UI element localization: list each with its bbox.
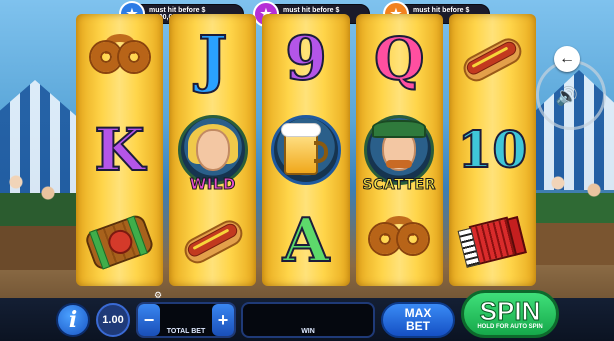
scatter-label: SCATTER [362, 177, 436, 194]
settings-icon[interactable]: ⚙ [154, 290, 164, 300]
symbol-10: 10 [457, 120, 529, 179]
crowd-left [0, 160, 80, 270]
total-bet-label: TOTAL BET [166, 328, 206, 335]
max-bet-label-line2: BET [406, 319, 430, 333]
pretzel-icon [90, 34, 149, 84]
reel-cell [262, 105, 349, 196]
reel-2: J WILD [169, 14, 257, 286]
hotdog-icon [456, 27, 530, 91]
wild-label: WILD [189, 175, 236, 194]
reel-cell: 9 [262, 14, 349, 105]
reel-cell [449, 14, 536, 105]
back-arrow-icon[interactable]: ← [554, 46, 580, 72]
reel-cell: SCATTER [356, 105, 443, 196]
reel-cell: A [262, 195, 349, 286]
max-bet-button[interactable]: MAX BET [381, 302, 455, 338]
bet-amount-value: 1.00 [102, 314, 124, 326]
win-label: WIN [301, 328, 315, 335]
reel-1: K [76, 14, 164, 286]
reel-cell [356, 195, 443, 286]
reel-cell [76, 195, 163, 286]
reel-5: 10 [448, 14, 537, 286]
symbol-9: 9 [284, 24, 328, 95]
crowd-right [534, 165, 614, 265]
auto-spin-hint: HOLD FOR AUTO SPIN [477, 324, 543, 330]
reel-cell [76, 14, 163, 105]
spin-label: SPIN [479, 296, 541, 326]
reel-cell: 10 [449, 105, 536, 196]
symbol-a: A [282, 205, 331, 276]
info-icon: i [68, 307, 78, 333]
accordion-icon [457, 210, 529, 272]
reel-4: Q SCATTER [355, 14, 443, 286]
decrease-bet-button[interactable]: − [138, 304, 160, 336]
reel-cell: WILD [169, 105, 256, 196]
reel-cell: J [169, 14, 256, 105]
plus-icon: + [217, 309, 229, 330]
increase-bet-button[interactable]: + [212, 304, 234, 336]
bet-amount-display[interactable]: 1.00 [96, 303, 130, 337]
reel-cell: Q [356, 14, 443, 105]
reel-cell: K [76, 105, 163, 196]
reel-cell [449, 195, 536, 286]
reel-grid: K J WILD 9 A Q SCATTER 10 [76, 14, 537, 286]
hotdog-icon [176, 208, 250, 272]
info-button[interactable]: i [56, 303, 90, 337]
pretzel-icon [370, 215, 429, 266]
speaker-icon[interactable]: 🔊 [554, 83, 580, 109]
symbol-j: J [197, 22, 228, 96]
minus-icon: − [143, 309, 155, 330]
beer-mug-icon [271, 115, 341, 185]
scatter-man-icon [364, 115, 435, 185]
spin-button[interactable]: SPIN HOLD FOR AUTO SPIN [461, 290, 559, 338]
reel-cell [169, 195, 256, 286]
symbol-q: Q [373, 25, 426, 94]
symbol-k: K [93, 116, 145, 184]
barrel-icon [82, 208, 158, 273]
reel-3: 9 A [262, 14, 350, 286]
